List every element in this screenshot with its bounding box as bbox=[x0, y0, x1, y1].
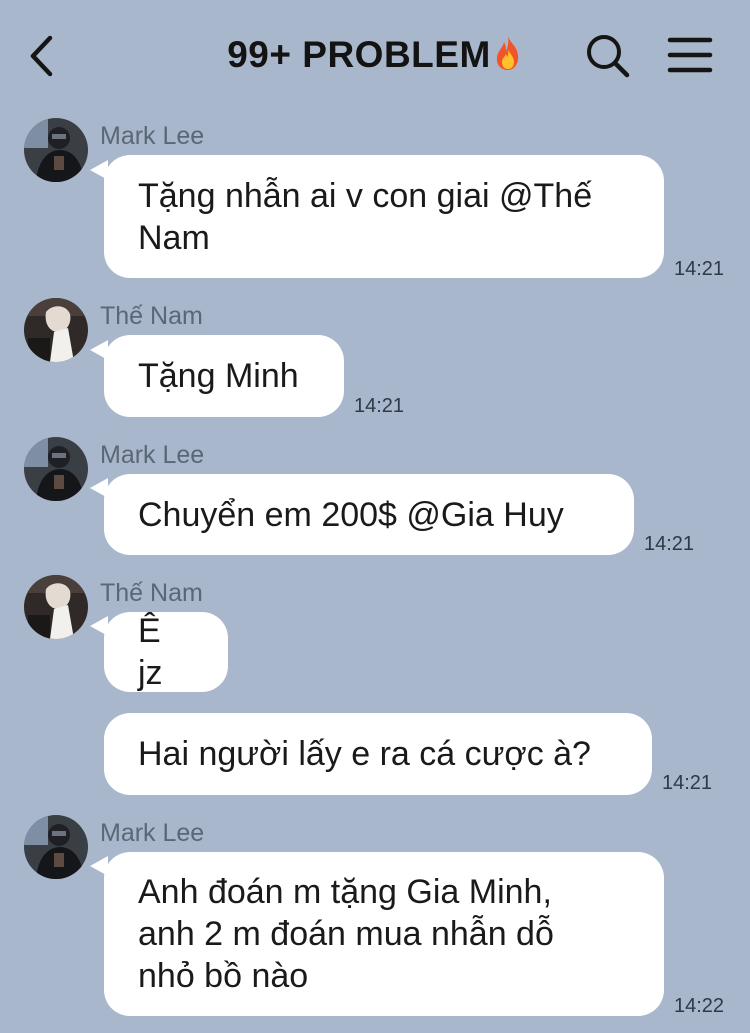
message-bubble[interactable]: Chuyển em 200$ @Gia Huy bbox=[104, 474, 634, 555]
message-bubble[interactable]: Hai người lấy e ra cá cược à? bbox=[104, 713, 652, 795]
menu-button[interactable] bbox=[666, 34, 714, 78]
message-timestamp: 14:21 bbox=[662, 772, 713, 794]
avatar-mark-lee[interactable] bbox=[24, 815, 88, 879]
chat-title-text: 99+ PROBLEM bbox=[227, 34, 491, 75]
avatar-the-nam[interactable] bbox=[24, 575, 88, 639]
message-line: Anh đoán m tặng Gia Minh, bbox=[138, 873, 552, 911]
message-line: Tặng nhẫn ai v con giai @Thế bbox=[138, 176, 593, 215]
message-text: Ê jz bbox=[138, 612, 163, 692]
avatar-the-nam[interactable] bbox=[24, 298, 88, 362]
avatar-photo bbox=[24, 815, 88, 879]
message-bubble[interactable]: Tặng nhẫn ai v con giai @Thế Nam bbox=[104, 155, 664, 278]
message-bubble[interactable]: Tặng Minh bbox=[104, 335, 344, 417]
avatar-photo bbox=[24, 118, 88, 182]
message-line: nhỏ bồ nào bbox=[138, 957, 309, 995]
message-timestamp: 14:21 bbox=[644, 533, 695, 555]
message-bubble[interactable]: Ê jz bbox=[104, 612, 228, 692]
chat-title: 99+ PROBLEM bbox=[0, 34, 750, 76]
message-text: Anh đoán m tặng Gia Minh, anh 2 m đoán m… bbox=[138, 871, 554, 997]
message-text: Chuyển em 200$ @Gia Huy bbox=[138, 495, 564, 534]
message-text: Tặng Minh bbox=[138, 357, 299, 395]
message-line: anh 2 m đoán mua nhẫn dỗ bbox=[138, 915, 554, 953]
hamburger-menu-icon bbox=[667, 37, 713, 73]
avatar-photo bbox=[24, 575, 88, 639]
sender-name: Thế Nam bbox=[100, 579, 203, 607]
message-timestamp: 14:21 bbox=[674, 258, 725, 280]
message-timestamp: 14:21 bbox=[354, 395, 405, 417]
message-text: Hai người lấy e ra cá cược à? bbox=[138, 735, 591, 773]
sender-name: Mark Lee bbox=[100, 441, 205, 469]
avatar-photo bbox=[24, 298, 88, 362]
message-timestamp: 14:22 bbox=[674, 995, 725, 1017]
sender-name: Thế Nam bbox=[100, 302, 203, 330]
fire-emoji-icon bbox=[496, 36, 518, 70]
chat-header: 99+ PROBLEM bbox=[0, 0, 750, 110]
avatar-mark-lee[interactable] bbox=[24, 437, 88, 501]
avatar-photo bbox=[24, 437, 88, 501]
message-text: Tặng nhẫn ai v con giai @Thế Nam bbox=[138, 175, 592, 259]
avatar-mark-lee[interactable] bbox=[24, 118, 88, 182]
search-button[interactable] bbox=[582, 32, 634, 80]
sender-name: Mark Lee bbox=[100, 819, 205, 847]
search-icon bbox=[587, 35, 630, 78]
message-bubble[interactable]: Anh đoán m tặng Gia Minh, anh 2 m đoán m… bbox=[104, 852, 664, 1016]
sender-name: Mark Lee bbox=[100, 122, 205, 150]
message-line: Nam bbox=[138, 218, 210, 257]
